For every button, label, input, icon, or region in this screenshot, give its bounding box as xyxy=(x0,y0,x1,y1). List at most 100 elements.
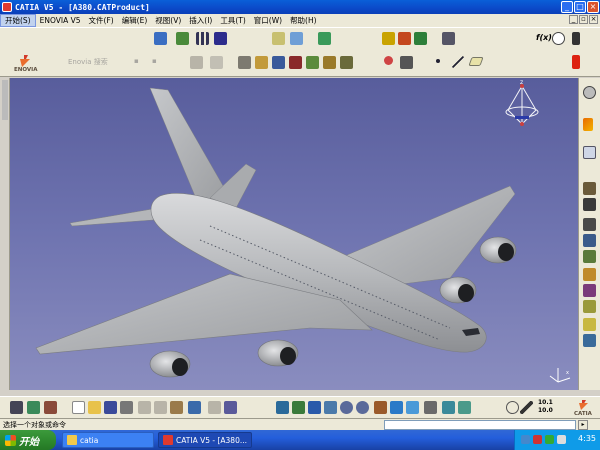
toolbar-end-icon[interactable] xyxy=(572,55,580,69)
normal-view-icon[interactable] xyxy=(374,401,387,414)
hide-show-icon[interactable] xyxy=(176,32,189,45)
doc-close-button[interactable]: × xyxy=(589,15,598,24)
constraint-icon[interactable] xyxy=(583,284,596,297)
command-input[interactable] xyxy=(384,420,576,430)
shading-icon[interactable] xyxy=(238,56,251,69)
comment-icon[interactable] xyxy=(552,32,565,45)
update-icon[interactable] xyxy=(583,268,596,281)
open-file-icon[interactable] xyxy=(88,401,101,414)
redo-icon[interactable] xyxy=(208,401,221,414)
multi-view-icon[interactable] xyxy=(323,56,336,69)
annotation-icon[interactable] xyxy=(583,318,596,331)
start-button[interactable]: 开始 xyxy=(0,430,56,450)
new-file-icon[interactable] xyxy=(72,401,85,414)
reuse-pattern-icon[interactable] xyxy=(583,334,596,347)
sketcher-icon[interactable] xyxy=(583,146,596,159)
material-icon[interactable] xyxy=(255,56,268,69)
menu-window[interactable]: 窗口(W) xyxy=(250,15,286,26)
refresh-icon[interactable] xyxy=(506,401,519,414)
maximize-button[interactable]: □ xyxy=(574,1,586,13)
snap-icon[interactable] xyxy=(583,218,596,231)
point-icon[interactable] xyxy=(436,59,440,63)
zoom-in-icon[interactable] xyxy=(340,401,353,414)
settings-icon[interactable] xyxy=(442,32,455,45)
swap-space-icon[interactable] xyxy=(458,401,471,414)
catalog-icon[interactable] xyxy=(272,32,285,45)
print-icon[interactable] xyxy=(120,401,133,414)
grid-icon[interactable] xyxy=(196,32,209,45)
compass-icon[interactable] xyxy=(505,84,539,126)
menu-tools[interactable]: 工具(T) xyxy=(216,15,249,26)
fit-all-icon[interactable] xyxy=(214,32,227,45)
menu-insert[interactable]: 插入(I) xyxy=(185,15,216,26)
formula-icon[interactable]: f(x) xyxy=(536,33,552,42)
volume-icon[interactable] xyxy=(557,435,566,444)
render-style-icon[interactable] xyxy=(154,32,167,45)
plane-icon[interactable] xyxy=(468,57,484,66)
menu-enovia[interactable]: ENOVIA V5 xyxy=(36,16,85,25)
select-arrow-icon[interactable] xyxy=(583,118,593,131)
menu-file[interactable]: 文件(F) xyxy=(85,15,118,26)
menu-edit[interactable]: 编辑(E) xyxy=(118,15,152,26)
clock[interactable]: 4:35 xyxy=(578,434,596,443)
copy-icon[interactable] xyxy=(154,401,167,414)
gutter-handle[interactable] xyxy=(2,80,8,120)
a380-model[interactable]: z x xyxy=(10,78,578,390)
menu-bar: 开始(S) ENOVIA V5 文件(F) 编辑(E) 视图(V) 插入(I) … xyxy=(0,14,600,27)
knowledge-icon[interactable] xyxy=(318,32,331,45)
measure-icon[interactable] xyxy=(290,32,303,45)
iso-view-icon[interactable] xyxy=(406,401,419,414)
wireframe-icon[interactable] xyxy=(272,56,285,69)
help-icon[interactable] xyxy=(572,32,580,45)
cube-icon[interactable] xyxy=(306,56,319,69)
scene-icon[interactable] xyxy=(414,32,427,45)
part-icon[interactable] xyxy=(44,401,57,414)
paste-icon[interactable] xyxy=(170,401,183,414)
undo-icon[interactable] xyxy=(188,401,201,414)
cut-icon[interactable] xyxy=(138,401,151,414)
disabled-tool-icon-2[interactable] xyxy=(210,56,223,69)
title-bar[interactable]: CATIA V5 - [A380.CATProduct] _ □ × xyxy=(0,0,600,14)
apply-material-icon[interactable] xyxy=(382,32,395,45)
doc-minimize-button[interactable]: _ xyxy=(569,15,578,24)
fly-mode-icon[interactable] xyxy=(276,401,289,414)
pan-icon[interactable] xyxy=(308,401,321,414)
hide-icon[interactable] xyxy=(442,401,455,414)
fit-all-in-icon[interactable] xyxy=(292,401,305,414)
taskbar-item-catia-app[interactable]: CATIA V5 - [A380... xyxy=(158,432,252,448)
save-icon[interactable] xyxy=(104,401,117,414)
product-icon[interactable] xyxy=(10,401,23,414)
minimize-button[interactable]: _ xyxy=(561,1,573,13)
doc-restore-button[interactable]: ▫ xyxy=(579,15,588,24)
edges-icon[interactable] xyxy=(289,56,302,69)
menu-view[interactable]: 视图(V) xyxy=(151,15,185,26)
update-tray-icon[interactable] xyxy=(545,435,554,444)
manipulate-icon[interactable] xyxy=(583,198,596,211)
quick-view-icon[interactable] xyxy=(340,56,353,69)
shading-mode-icon[interactable] xyxy=(424,401,437,414)
clash-icon[interactable] xyxy=(583,250,596,263)
zoom-out-icon[interactable] xyxy=(356,401,369,414)
sketch-tool-icon[interactable] xyxy=(400,56,413,69)
command-go-button[interactable]: ▸ xyxy=(578,420,588,430)
3d-viewport[interactable]: z x xyxy=(10,78,578,390)
menu-start[interactable]: 开始(S) xyxy=(0,14,36,27)
fix-icon[interactable] xyxy=(583,300,596,313)
explode-icon[interactable] xyxy=(583,234,596,247)
point-tool-icon[interactable] xyxy=(384,56,393,65)
close-button[interactable]: × xyxy=(587,1,599,13)
taskbar-item-catia-folder[interactable]: catia xyxy=(62,432,154,448)
sphere-icon[interactable] xyxy=(583,86,596,99)
disabled-tool-icon[interactable] xyxy=(190,56,203,69)
menu-help[interactable]: 帮助(H) xyxy=(286,15,321,26)
security-icon[interactable] xyxy=(533,435,542,444)
assembly-constraint-icon[interactable] xyxy=(583,182,596,195)
photo-studio-icon[interactable] xyxy=(398,32,411,45)
multi-view-icon-2[interactable] xyxy=(390,401,403,414)
component-icon[interactable] xyxy=(27,401,40,414)
network-icon[interactable] xyxy=(521,435,530,444)
axis-icon[interactable] xyxy=(520,401,533,414)
rotate-icon[interactable] xyxy=(324,401,337,414)
whats-this-icon[interactable] xyxy=(224,401,237,414)
line-icon[interactable] xyxy=(452,56,464,68)
